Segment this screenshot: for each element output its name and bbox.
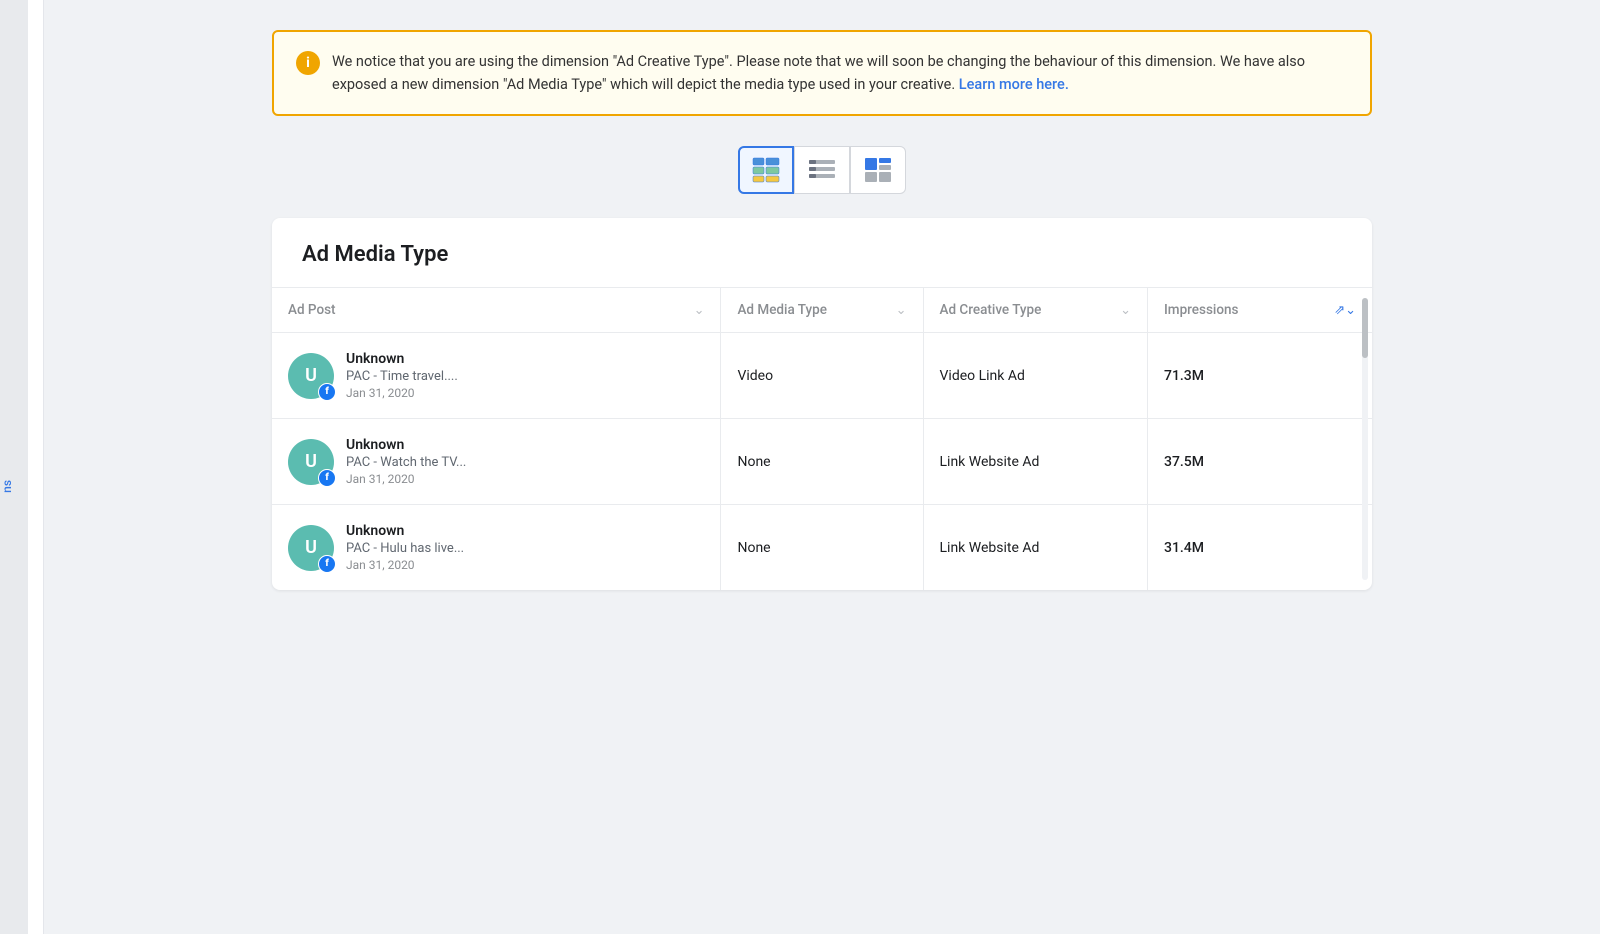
ad-post-name-0: Unknown: [346, 351, 458, 367]
ad-media-type-cell-1: None: [721, 419, 923, 505]
avatar-wrapper-1: U f: [288, 439, 334, 485]
table-row: U f Unknown PAC - Time travel.... Jan 31…: [272, 333, 1372, 419]
ad-creative-type-cell-2: Link Website Ad: [923, 505, 1147, 591]
ad-post-desc-0: PAC - Time travel....: [346, 369, 458, 384]
col-media-label: Ad Media Type: [737, 302, 889, 318]
alert-text: We notice that you are using the dimensi…: [332, 50, 1348, 96]
table-title: Ad Media Type: [272, 218, 1372, 288]
grid-view-button[interactable]: [738, 146, 794, 194]
col-adpost-label: Ad Post: [288, 302, 688, 318]
col-header-media-type[interactable]: Ad Media Type ⌄: [721, 288, 923, 333]
impressions-cell-0: 71.3M: [1147, 333, 1372, 419]
fb-badge-2: f: [318, 555, 336, 573]
sort-icon-adpost: ⌄: [694, 303, 705, 318]
sort-icon-creative: ⌄: [1120, 303, 1131, 318]
sidebar-nav-text[interactable]: ns: [0, 480, 14, 493]
impressions-cell-2: 31.4M: [1147, 505, 1372, 591]
ad-creative-type-cell-0: Video Link Ad: [923, 333, 1147, 419]
scroll-thumb[interactable]: [1362, 298, 1368, 358]
col-header-creative-type[interactable]: Ad Creative Type ⌄: [923, 288, 1147, 333]
sort-icon-impressions: ⇗⌄: [1334, 303, 1356, 318]
avatar-wrapper-0: U f: [288, 353, 334, 399]
table-body: U f Unknown PAC - Time travel.... Jan 31…: [272, 333, 1372, 591]
ad-post-desc-2: PAC - Hulu has live...: [346, 541, 464, 556]
alert-message: We notice that you are using the dimensi…: [332, 53, 1305, 93]
scroll-track[interactable]: [1362, 298, 1368, 580]
left-sidebar-partial: [28, 0, 44, 934]
col-header-adpost[interactable]: Ad Post ⌄: [272, 288, 721, 333]
ad-post-cell-1: U f Unknown PAC - Watch the TV... Jan 31…: [272, 419, 721, 505]
chart-view-icon: [864, 157, 892, 183]
fb-badge-0: f: [318, 383, 336, 401]
ad-post-date-2: Jan 31, 2020: [346, 558, 464, 572]
col-impressions-label: Impressions: [1164, 302, 1328, 318]
table-card: Ad Media Type Ad Post ⌄: [272, 218, 1372, 590]
ad-media-type-cell-0: Video: [721, 333, 923, 419]
ad-post-content-2: U f Unknown PAC - Hulu has live... Jan 3…: [288, 523, 704, 572]
ad-post-content-0: U f Unknown PAC - Time travel.... Jan 31…: [288, 351, 704, 400]
ad-post-info-2: Unknown PAC - Hulu has live... Jan 31, 2…: [346, 523, 464, 572]
table-row: U f Unknown PAC - Hulu has live... Jan 3…: [272, 505, 1372, 591]
col-header-impressions[interactable]: Impressions ⇗⌄: [1147, 288, 1372, 333]
avatar-wrapper-2: U f: [288, 525, 334, 571]
table-row: U f Unknown PAC - Watch the TV... Jan 31…: [272, 419, 1372, 505]
table-header-row: Ad Post ⌄ Ad Media Type ⌄: [272, 288, 1372, 333]
ad-post-cell-2: U f Unknown PAC - Hulu has live... Jan 3…: [272, 505, 721, 591]
main-content: i We notice that you are using the dimen…: [44, 0, 1600, 934]
col-creative-label: Ad Creative Type: [940, 302, 1115, 318]
table-scroll-container: Ad Post ⌄ Ad Media Type ⌄: [272, 288, 1372, 590]
ad-media-type-cell-2: None: [721, 505, 923, 591]
ad-post-date-0: Jan 31, 2020: [346, 386, 458, 400]
alert-banner: i We notice that you are using the dimen…: [272, 30, 1372, 116]
ad-post-date-1: Jan 31, 2020: [346, 472, 466, 486]
ad-post-desc-1: PAC - Watch the TV...: [346, 455, 466, 470]
ad-post-content-1: U f Unknown PAC - Watch the TV... Jan 31…: [288, 437, 704, 486]
fb-badge-1: f: [318, 469, 336, 487]
list-view-button[interactable]: [794, 146, 850, 194]
sort-icon-media: ⌄: [896, 303, 907, 318]
impressions-cell-1: 37.5M: [1147, 419, 1372, 505]
info-icon: i: [296, 51, 320, 75]
list-view-icon: [808, 157, 836, 183]
chart-view-button[interactable]: [850, 146, 906, 194]
ad-post-info-1: Unknown PAC - Watch the TV... Jan 31, 20…: [346, 437, 466, 486]
data-table: Ad Post ⌄ Ad Media Type ⌄: [272, 288, 1372, 590]
ad-post-name-1: Unknown: [346, 437, 466, 453]
ad-post-name-2: Unknown: [346, 523, 464, 539]
ad-post-info-0: Unknown PAC - Time travel.... Jan 31, 20…: [346, 351, 458, 400]
view-toggle-group: [738, 146, 906, 194]
ad-creative-type-cell-1: Link Website Ad: [923, 419, 1147, 505]
learn-more-link[interactable]: Learn more here.: [959, 76, 1069, 93]
left-edge-bar: [0, 0, 28, 934]
ad-post-cell-0: U f Unknown PAC - Time travel.... Jan 31…: [272, 333, 721, 419]
grid-view-icon: [752, 157, 780, 183]
